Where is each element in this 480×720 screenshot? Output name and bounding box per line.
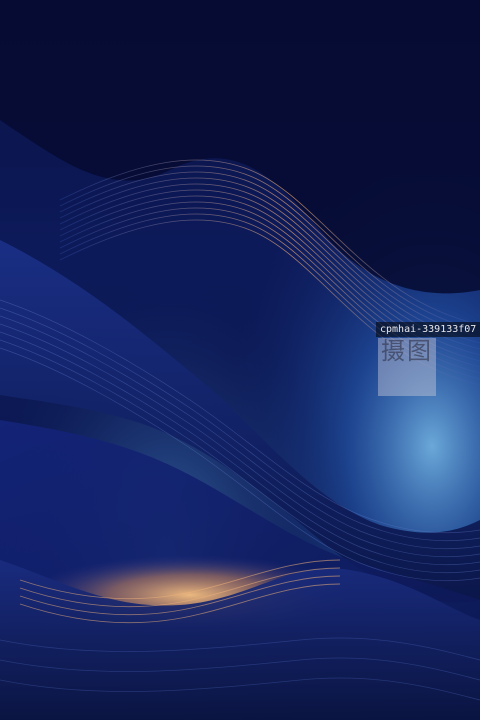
wallpaper-canvas: cpmhai-339133f07 摄图 <box>0 0 480 720</box>
watermark: cpmhai-339133f07 摄图 <box>376 322 480 398</box>
watermark-seal: 摄图 <box>378 338 436 396</box>
watermark-seal-text: 摄图 <box>381 337 433 365</box>
watermark-id-text: cpmhai-339133f07 <box>376 322 480 337</box>
